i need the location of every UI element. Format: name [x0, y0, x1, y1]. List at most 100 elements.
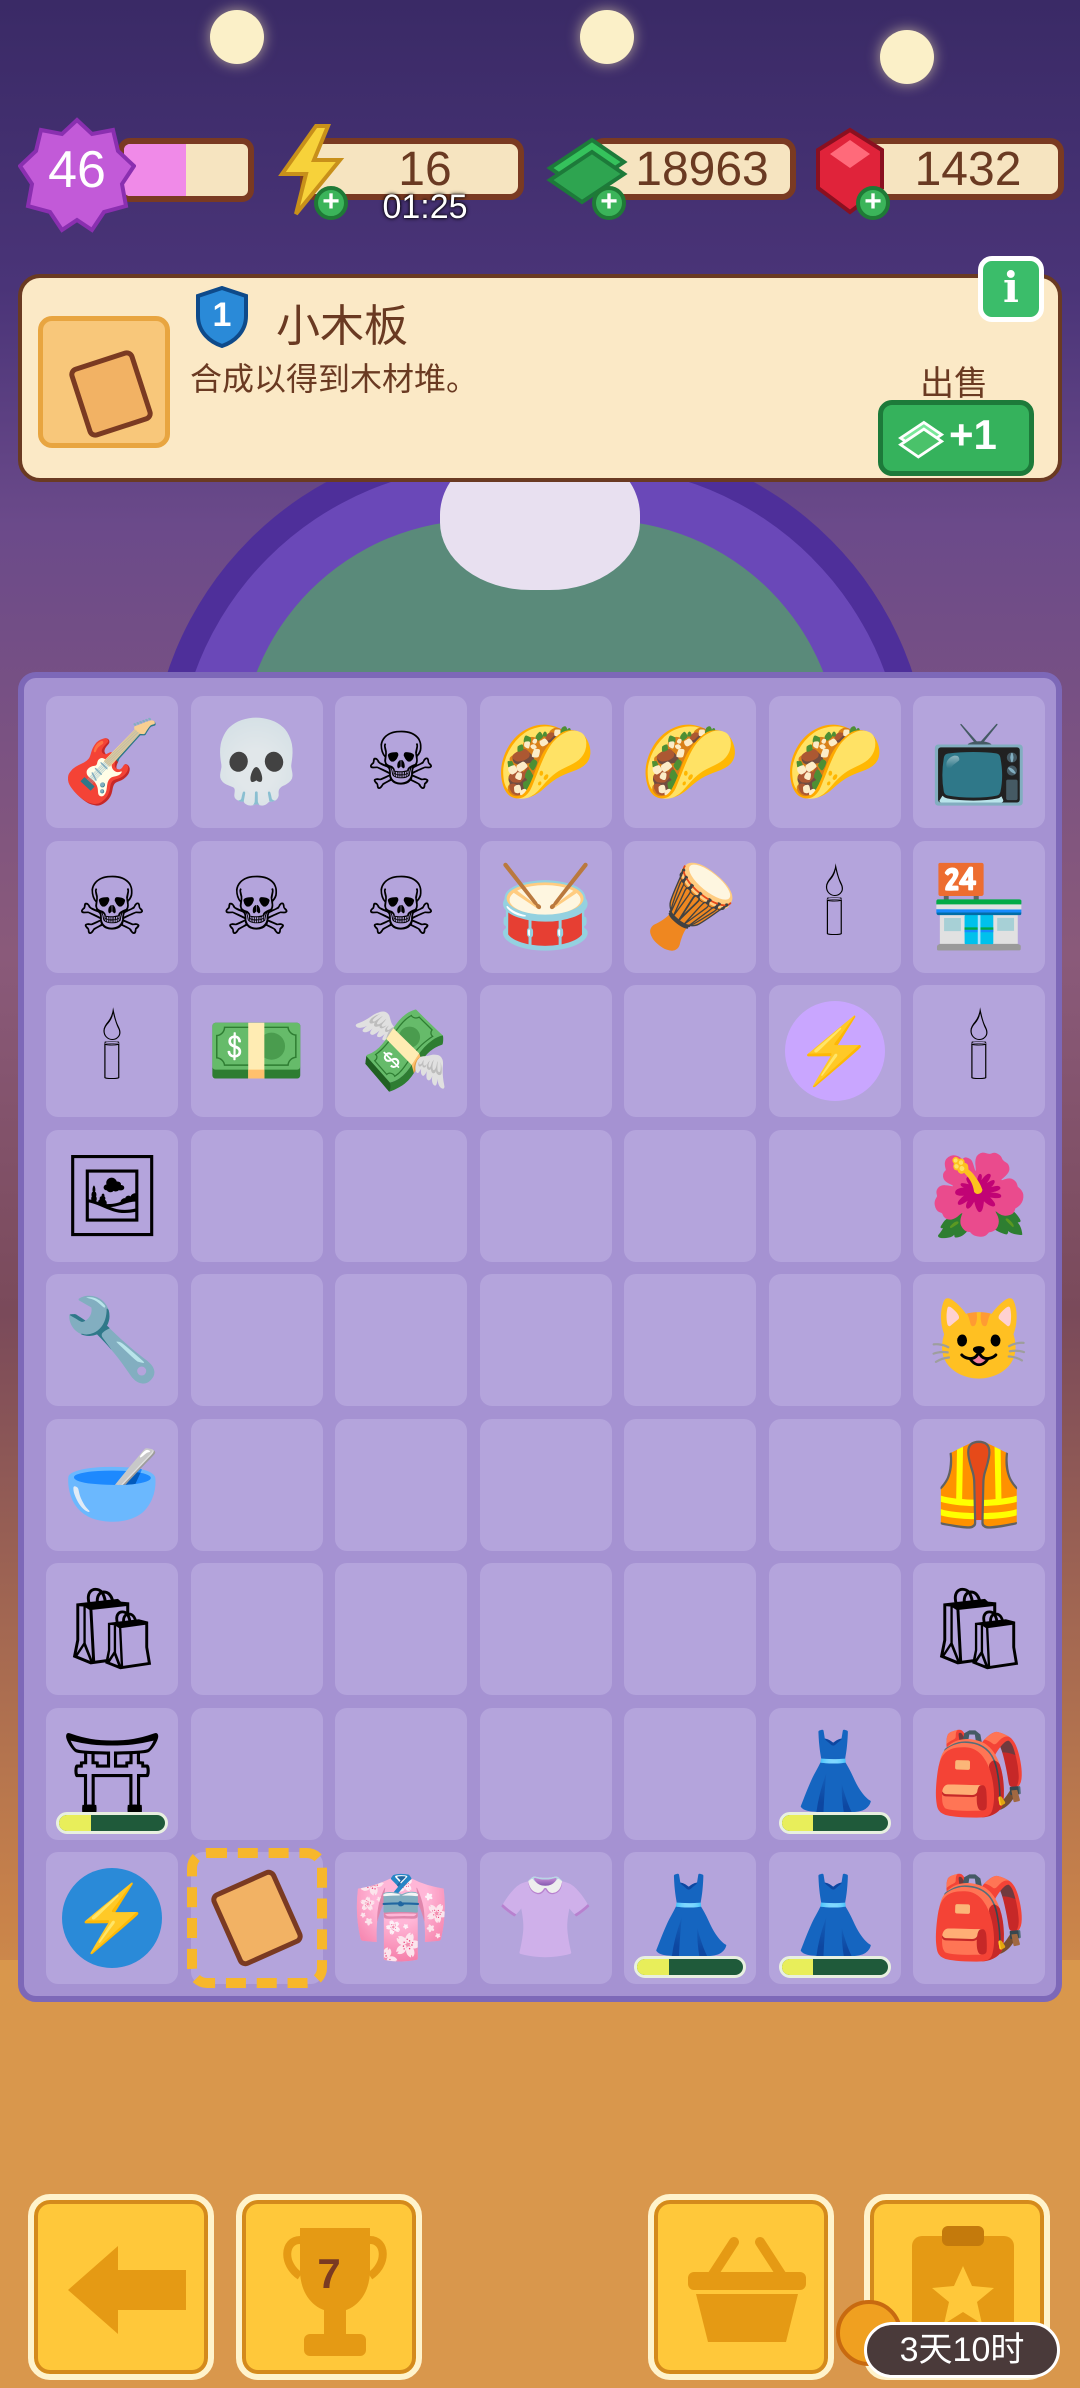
- shop-building-icon[interactable]: 🏪: [921, 849, 1037, 965]
- board-cell[interactable]: 🕯: [913, 985, 1045, 1117]
- energy-orb-blue-icon[interactable]: ⚡: [62, 1868, 162, 1968]
- board-cell[interactable]: [479, 1418, 612, 1551]
- board-cell[interactable]: [624, 1129, 756, 1262]
- board-cell[interactable]: 📺: [913, 696, 1045, 828]
- papel-picado-icon[interactable]: ☠: [199, 849, 315, 965]
- board-cell[interactable]: [768, 1129, 901, 1262]
- board-cell[interactable]: 🌮: [768, 696, 901, 828]
- taco-cart-icon[interactable]: 🌮: [632, 704, 748, 820]
- pipe-icon[interactable]: 🔧: [54, 1282, 170, 1398]
- skeleton-chef-icon[interactable]: 💀: [199, 704, 315, 820]
- papel-picado-icon[interactable]: ☠: [343, 704, 459, 820]
- board-cell[interactable]: [624, 1563, 756, 1695]
- board-cell[interactable]: 🎸: [46, 696, 178, 828]
- board-cell[interactable]: [190, 1274, 323, 1406]
- board-cell[interactable]: [335, 1274, 467, 1406]
- skull-charm-icon[interactable]: 😺: [921, 1282, 1037, 1398]
- board-cell[interactable]: 🛍: [913, 1563, 1045, 1695]
- mariachi-skeleton-icon[interactable]: 🎸: [54, 704, 170, 820]
- board-cell[interactable]: 👗: [624, 1852, 756, 1984]
- board-cell[interactable]: 🌮: [624, 696, 756, 828]
- board-cell[interactable]: 🕯: [46, 985, 178, 1117]
- candle-basket-icon[interactable]: 🕯: [777, 849, 893, 965]
- board-cell[interactable]: [624, 1707, 756, 1840]
- board-cell[interactable]: 👚: [479, 1852, 612, 1984]
- green-backpack-icon[interactable]: 🎒: [921, 1860, 1037, 1976]
- board-cell[interactable]: 🛍: [46, 1563, 178, 1695]
- board-cell[interactable]: 💵: [190, 985, 323, 1117]
- board-cell[interactable]: 🏪: [913, 840, 1045, 973]
- papel-picado-icon[interactable]: ☠: [343, 849, 459, 965]
- board-cell[interactable]: 🕯: [768, 840, 901, 973]
- embroidered-vest-icon[interactable]: 🦺: [921, 1427, 1037, 1543]
- trophy-button[interactable]: 7: [236, 2194, 422, 2380]
- drum-icon[interactable]: 🥁: [488, 849, 604, 965]
- board-cell[interactable]: [190, 1418, 323, 1551]
- board-cell[interactable]: 🦺: [913, 1418, 1045, 1551]
- board-cell[interactable]: ⚡: [46, 1852, 178, 1984]
- gift-bag-icon[interactable]: 🛍: [54, 1571, 170, 1687]
- retro-tv-icon[interactable]: 📺: [921, 704, 1037, 820]
- board-cell[interactable]: [768, 1418, 901, 1551]
- board-cell[interactable]: 🪘: [624, 840, 756, 973]
- board-cell[interactable]: [624, 985, 756, 1117]
- board-cell[interactable]: 🌮: [479, 696, 612, 828]
- board-cell[interactable]: [768, 1563, 901, 1695]
- board-cell[interactable]: 💸: [335, 985, 467, 1117]
- board-cell[interactable]: [335, 1707, 467, 1840]
- bass-drum-icon[interactable]: 🪘: [632, 849, 748, 965]
- board-cell[interactable]: 💀: [190, 696, 323, 828]
- board-cell[interactable]: 😺: [913, 1274, 1045, 1406]
- basket-button[interactable]: [648, 2194, 834, 2380]
- board-cell[interactable]: [479, 985, 612, 1117]
- wooden-bowl-icon[interactable]: 🥣: [54, 1427, 170, 1543]
- board-cell[interactable]: 🌺: [913, 1129, 1045, 1262]
- board-cell[interactable]: [479, 1129, 612, 1262]
- energy-orb-icon[interactable]: ⚡: [784, 1001, 885, 1101]
- board-cell[interactable]: ☠: [335, 696, 467, 828]
- back-button[interactable]: [28, 2194, 214, 2380]
- board-cell[interactable]: [624, 1274, 756, 1406]
- board-cell[interactable]: [190, 1707, 323, 1840]
- board-cell[interactable]: [768, 1274, 901, 1406]
- papel-picado-icon[interactable]: ☠: [54, 849, 170, 965]
- board-cell[interactable]: [186, 1848, 327, 1988]
- board-cell[interactable]: ⚡: [768, 985, 901, 1117]
- skirt-icon[interactable]: 👘: [343, 1860, 459, 1976]
- board-cell[interactable]: [479, 1563, 612, 1695]
- candle-basket-icon[interactable]: 🕯: [921, 993, 1037, 1109]
- cash-stack-icon[interactable]: 💵: [199, 993, 315, 1109]
- gift-bag-icon[interactable]: 🛍: [921, 1571, 1037, 1687]
- board-cell[interactable]: 👗: [768, 1707, 901, 1840]
- board-cell[interactable]: [479, 1274, 612, 1406]
- board-cell[interactable]: ☠: [46, 840, 178, 973]
- board-cell[interactable]: [335, 1563, 467, 1695]
- rainbow-bag-icon[interactable]: 🎒: [921, 1716, 1037, 1832]
- board-cell[interactable]: [335, 1418, 467, 1551]
- cash-pile-icon[interactable]: 💸: [343, 993, 459, 1109]
- blouse-icon[interactable]: 👚: [488, 1860, 604, 1976]
- board-cell[interactable]: 🔧: [46, 1274, 178, 1406]
- board-cell[interactable]: [479, 1707, 612, 1840]
- sell-button[interactable]: +1: [878, 400, 1034, 476]
- taco-cart-icon[interactable]: 🌮: [488, 704, 604, 820]
- board-cell[interactable]: 🎒: [913, 1852, 1045, 1984]
- board-cell[interactable]: [190, 1563, 323, 1695]
- board-cell[interactable]: [335, 1129, 467, 1262]
- portrait-wreath-icon[interactable]: 🖼: [54, 1138, 170, 1254]
- board-cell[interactable]: ⛩: [46, 1707, 178, 1840]
- board-cell[interactable]: 🖼: [46, 1129, 178, 1262]
- board-cell[interactable]: 🥁: [479, 840, 612, 973]
- board-cell[interactable]: 👗: [768, 1852, 901, 1984]
- taco-cart-icon[interactable]: 🌮: [777, 704, 893, 820]
- board-cell[interactable]: 🎒: [913, 1707, 1045, 1840]
- candle-basket-icon[interactable]: 🕯: [54, 993, 170, 1109]
- flower-crown-icon[interactable]: 🌺: [921, 1138, 1037, 1254]
- board-cell[interactable]: ☠: [335, 840, 467, 973]
- board-cell[interactable]: 👘: [335, 1852, 467, 1984]
- board-cell[interactable]: 🥣: [46, 1418, 178, 1551]
- board-cell[interactable]: [190, 1129, 323, 1262]
- board-cell[interactable]: ☠: [190, 840, 323, 973]
- info-button[interactable]: i: [978, 256, 1044, 322]
- board-cell[interactable]: [624, 1418, 756, 1551]
